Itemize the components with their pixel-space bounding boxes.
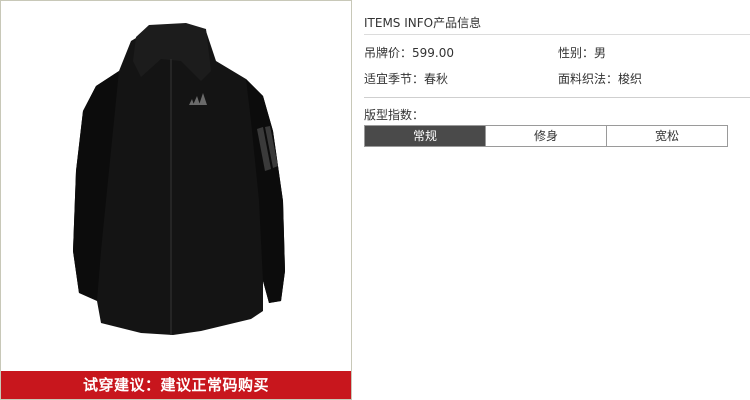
season-label: 适宜季节： (364, 72, 425, 86)
section-divider (364, 97, 750, 98)
fit-option-regular: 常规 (365, 126, 485, 146)
price-label: 吊牌价： (364, 46, 413, 60)
product-image-frame: 试穿建议：建议正常码购买 (0, 0, 352, 400)
fabric-attribute: 面料织法：梭织 (558, 70, 642, 87)
gender-attribute: 性别：男 (558, 44, 606, 61)
price-value: 599.00 (412, 46, 455, 60)
fit-option-loose: 宽松 (606, 126, 727, 146)
gender-value: 男 (594, 46, 607, 60)
fit-index-label: 版型指数： (364, 108, 425, 122)
fit-option-slim: 修身 (485, 126, 606, 146)
fabric-label: 面料织法： (558, 72, 619, 86)
gender-label: 性别： (558, 46, 595, 60)
season-attribute: 适宜季节：春秋 (364, 70, 448, 87)
product-info-panel: ITEMS INFO产品信息 吊牌价：599.00 性别：男 适宜季节：春秋 面… (364, 0, 750, 400)
price-attribute: 吊牌价：599.00 (364, 44, 454, 61)
product-image (1, 1, 351, 373)
info-title: ITEMS INFO产品信息 (364, 16, 482, 30)
title-divider (364, 34, 750, 35)
season-value: 春秋 (424, 72, 449, 86)
fit-advice-banner: 试穿建议：建议正常码购买 (1, 371, 351, 399)
fabric-value: 梭织 (618, 72, 643, 86)
fit-index-scale: 常规 修身 宽松 (364, 125, 728, 147)
